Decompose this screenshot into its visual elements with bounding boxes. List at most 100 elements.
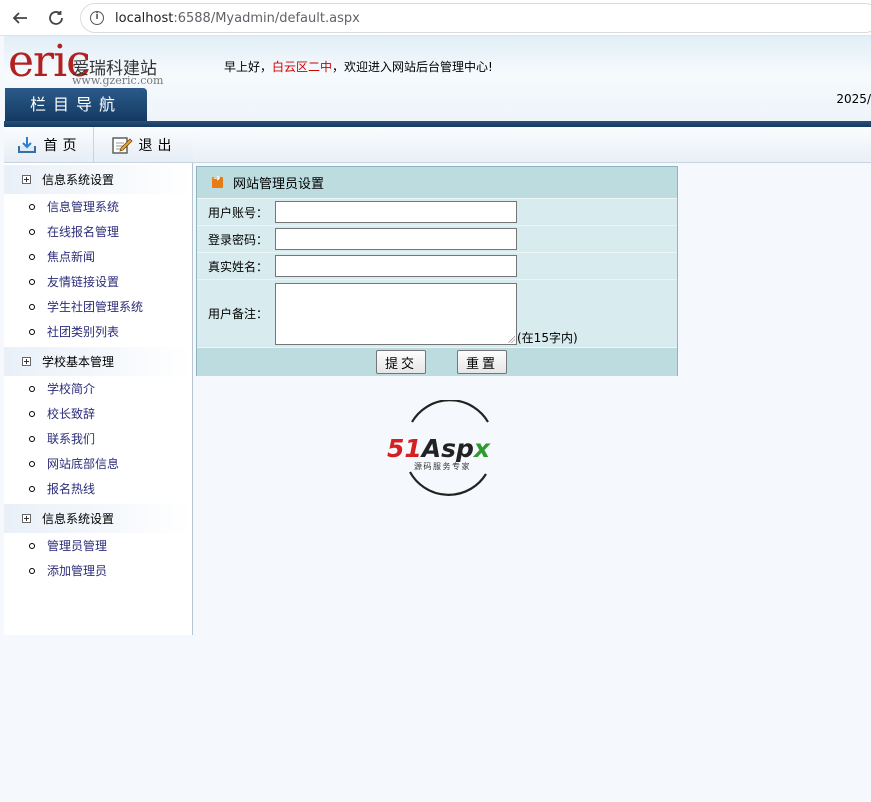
sidebar-item-friend-links[interactable]: 友情链接设置 [4,269,192,294]
sidebar-item-label: 报名热线 [47,482,96,496]
reload-icon [49,11,63,25]
sidebar-item-label: 在线报名管理 [47,225,120,239]
51aspx-logo: 51Aspx 源码服务专家 [387,400,491,496]
info-icon[interactable]: i [90,11,104,25]
sidebar-group-title: 信息系统设置 [42,173,115,187]
sidebar-item-label: 网站底部信息 [47,457,120,471]
logo-ring-bottom [409,471,487,496]
browser-toolbar: i localhost:6588/Myadmin/default.aspx [0,0,871,36]
greeting-school: 白云区二中 [272,60,333,74]
bullet-icon [29,328,35,335]
sidebar-item-hotline[interactable]: 报名热线 [4,476,192,501]
sidebar-item-info-management[interactable]: 信息管理系统 [4,194,192,219]
sidebar-group-school[interactable]: 学校基本管理 [4,347,192,376]
greeting-suffix: ，欢迎进入网站后台管理中心! [332,60,493,74]
bullet-icon [29,567,35,574]
logo-brand: 51Aspx [387,434,491,463]
sidebar-item-label: 学校简介 [47,382,96,396]
url-host: localhost [115,10,174,26]
bullet-icon [29,203,35,210]
sidebar-group-info[interactable]: 信息系统设置 [4,165,192,194]
form-title: 网站管理员设置 [233,177,325,192]
logo-brand-green: x [472,434,491,463]
back-button[interactable] [8,6,32,30]
username-input[interactable] [275,201,517,223]
form-actions: 提交 重置 [197,348,677,376]
logo-brand-red: 51 [387,434,422,463]
sidebar-item-club-categories[interactable]: 社团类别列表 [4,319,192,344]
sidebar-group-admin[interactable]: 信息系统设置 [4,504,192,533]
logout-button[interactable]: 退出 [94,127,193,163]
password-input[interactable] [275,228,517,250]
edit-note-icon [111,137,133,154]
sidebar-menu: 信息系统设置 信息管理系统 在线报名管理 焦点新闻 友情链接设置 学生社团管理系… [4,163,193,635]
sidebar-item-label: 联系我们 [47,432,96,446]
address-bar[interactable]: i localhost:6588/Myadmin/default.aspx [80,3,871,33]
logo-domain: www.gzeric.com [72,74,164,87]
sidebar-item-add-admin[interactable]: 添加管理员 [4,558,192,583]
remark-textarea[interactable] [275,282,517,345]
sidebar-item-label: 添加管理员 [47,564,108,578]
sidebar-item-label: 友情链接设置 [47,275,120,289]
greeting-text: 早上好，白云区二中，欢迎进入网站后台管理中心! [224,58,493,75]
sidebar-item-label: 焦点新闻 [47,250,96,264]
sidebar-item-label: 管理员管理 [47,539,108,553]
bullet-icon [29,385,35,392]
sidebar-item-focus-news[interactable]: 焦点新闻 [4,244,192,269]
submit-button[interactable]: 提交 [376,350,427,374]
bullet-icon [29,460,35,467]
bullet-icon [29,303,35,310]
arrow-left-icon [12,12,27,24]
sidebar-item-label: 社团类别列表 [47,325,120,339]
reset-button[interactable]: 重置 [457,350,508,374]
realname-label: 真实姓名： [207,259,268,274]
sidebar-item-student-clubs[interactable]: 学生社团管理系统 [4,294,192,319]
username-label: 用户账号： [207,205,268,220]
header-date: 2025/ [836,92,871,106]
bullet-icon [29,278,35,285]
realname-input[interactable] [275,255,517,277]
bullet-icon [29,542,35,549]
home-button[interactable]: 首页 [4,127,94,163]
sidebar-item-principal-speech[interactable]: 校长致辞 [4,401,192,426]
admin-settings-form: 网站管理员设置 用户账号： 登录密码： 真实姓名： 用户备注： (在15字内) … [196,166,678,376]
username-row: 用户账号： [197,199,677,226]
sidebar-group-title: 学校基本管理 [42,355,115,369]
url-text: localhost:6588/Myadmin/default.aspx [115,11,360,26]
password-row: 登录密码： [197,226,677,253]
download-home-icon [17,137,36,153]
sidebar-item-online-registration[interactable]: 在线报名管理 [4,219,192,244]
content-top-strip [193,127,871,163]
expand-plus-icon[interactable] [22,175,31,184]
sidebar-item-label: 学生社团管理系统 [47,300,144,314]
logo-brand-dark: Asp [420,434,474,463]
remark-row: 用户备注： (在15字内) [197,280,677,348]
url-path: :6588/Myadmin/default.aspx [173,10,360,26]
bullet-icon [29,228,35,235]
logo-ring-top [411,400,489,423]
sidebar-item-school-intro[interactable]: 学校简介 [4,376,192,401]
bullet-icon [29,410,35,417]
realname-row: 真实姓名： [197,253,677,280]
sidebar-item-footer-info[interactable]: 网站底部信息 [4,451,192,476]
bullet-icon [29,253,35,260]
greeting-prefix: 早上好， [224,60,273,74]
expand-plus-icon[interactable] [22,357,31,366]
reload-button[interactable] [44,6,68,30]
bullet-icon [29,435,35,442]
arrow-right-icon [212,174,223,188]
expand-plus-icon[interactable] [22,514,31,523]
remark-hint: (在15字内) [517,331,578,345]
site-header: eric 爱瑞科建站 www.gzeric.com 早上好，白云区二中，欢迎进入… [4,36,871,121]
sidebar-item-contact-us[interactable]: 联系我们 [4,426,192,451]
logout-label: 退出 [138,138,177,154]
sidebar-group-title: 信息系统设置 [42,512,115,526]
sidebar-item-admin-management[interactable]: 管理员管理 [4,533,192,558]
password-label: 登录密码： [207,232,268,247]
remark-label: 用户备注： [207,307,268,321]
nav-tab-title: 栏目导航 [5,88,147,121]
sidebar-item-label: 信息管理系统 [47,200,120,214]
bullet-icon [29,485,35,492]
logo-tagline: 源码服务专家 [414,461,471,471]
sidebar-item-label: 校长致辞 [47,407,96,421]
